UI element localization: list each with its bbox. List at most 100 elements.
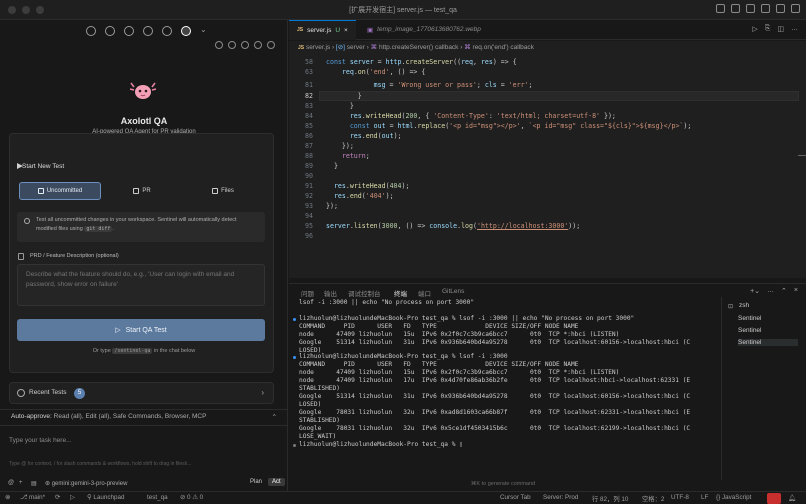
minimap-marker [798,155,806,156]
cursor-position[interactable]: 行 82，列 10 [592,494,628,503]
close-panel-icon[interactable]: × [794,287,798,295]
close-icon[interactable]: × [344,27,348,34]
axolotl-logo-icon [130,82,156,99]
code-line: res.writeHead(404); [333,182,410,190]
breadcrumb-file[interactable]: server.js [306,44,330,51]
folder-name[interactable]: test_qa [147,494,168,501]
code-line: } [326,92,362,100]
server-status[interactable]: Server: Prod [543,494,578,501]
problems-count[interactable]: ⊘ 0 ⚠ 0 [180,494,203,501]
warning-indicator[interactable] [767,493,781,504]
line-number: 94 [305,212,313,220]
chevron-down-icon[interactable]: ⌄ [200,26,210,36]
terminal-line: lsof -i :3000 || echo "No process on por… [299,299,475,306]
model-bar: @ + ▤ ⊛ gemini:gemini-3-pro-preview [0,478,288,491]
sidebar-toggle-icon[interactable] [746,4,755,13]
at-icon[interactable]: @ [8,480,14,486]
launchpad-item[interactable]: ⚲ Launchpad [87,494,125,501]
code-line: return; [341,152,370,160]
tab-uncommitted-label: Uncommitted [46,188,83,194]
tab-pr[interactable]: PR [101,182,183,200]
ellipsis-icon[interactable] [716,4,725,13]
split-editor-icon[interactable]: ◫ [777,25,784,33]
session-sentinel[interactable]: Sentinel [738,339,798,346]
history-icon[interactable] [241,41,249,49]
breadcrumb-callback[interactable]: http.createServer() callback [379,44,458,51]
line-number: 89 [305,162,313,170]
terminal[interactable]: lsof -i :3000 || echo "No process on por… [289,297,717,480]
plan-button[interactable]: Plan [246,478,266,486]
session-sentinel[interactable]: Sentinel [738,315,762,322]
title-bar: [扩展开发宿主] server.js — test_qa [0,0,806,20]
more-actions-icon[interactable]: … [791,25,798,33]
editor-tabs: JS server.js U × ▣ temp_image_1770613680762.… [289,20,806,40]
session-sentinel[interactable]: Sentinel [738,327,762,334]
terminal-line: Google 78031 lizhuolun 32u IPv6 0xad8d16… [299,409,691,416]
tab-server-js[interactable]: JS server.js U × [289,20,356,40]
source-control-icon[interactable] [124,26,134,36]
recent-tests-row[interactable]: Recent Tests 5 › [9,382,274,404]
indentation[interactable]: 空格：2 [642,494,664,503]
breadcrumb-req-on-end[interactable]: req.on('end') callback [473,44,534,51]
layout-icon[interactable] [731,4,740,13]
line-number: 63 [305,68,313,76]
branch-status[interactable]: ⎇ main* [20,494,45,501]
account-icon[interactable] [254,41,262,49]
language-mode[interactable]: {} JavaScript [716,494,751,501]
new-terminal-icon[interactable]: +⌄ [750,287,760,295]
code-line: res.end('404'); [333,192,394,200]
remote-icon[interactable] [162,26,172,36]
remote-icon[interactable]: ⊗ [5,494,10,501]
axolotl-icon[interactable] [181,26,191,36]
end-of-line[interactable]: LF [701,494,708,501]
sentinel-qa-code: /sentinel-qa [112,348,153,354]
tab-temp-image[interactable]: ▣ temp_image_1770613680762.webp [359,20,489,40]
plus-icon[interactable] [215,41,223,49]
prd-description-input[interactable] [17,264,265,306]
auto-approve-bar[interactable]: Auto-approve: Read (all), Edit (all), Sa… [0,409,288,426]
code-editor[interactable]: 58 63 81 82 83 84 85 86 87 88 89 90 91 9… [289,55,806,278]
sync-icon[interactable]: ⟳ [55,494,60,501]
cursor-tab-status[interactable]: Cursor Tab [500,494,531,501]
search-icon[interactable] [105,26,115,36]
settings-icon[interactable] [267,41,275,49]
terminal-sessions: ⊡ zsh Sentinel Sentinel Sentinel [721,297,806,480]
run-icon[interactable]: ▷ [752,25,757,33]
start-qa-test-button[interactable]: ▷ Start QA Test [17,319,265,341]
plus-icon[interactable]: + [19,480,23,486]
code-line: }); [326,202,338,210]
compare-icon[interactable]: ⎘ [765,25,771,33]
breadcrumb-server[interactable]: server [347,44,365,51]
maximize-panel-icon[interactable]: ⌃ [781,287,787,295]
task-input[interactable]: Type your task here... [9,437,72,444]
tab-gitlens[interactable]: GitLens [442,288,464,295]
terminal-line: lizhuolun@lizhuolundeMacBook-Pro test_qa… [299,441,463,448]
files-icon[interactable] [86,26,96,36]
act-button[interactable]: Act [268,478,285,486]
server-icon[interactable] [228,41,236,49]
hint-text-b: in the chat below [153,348,196,354]
tab-files[interactable]: Files [182,182,264,200]
plan-act-toggle[interactable]: Plan Act [246,478,285,486]
more-actions-icon[interactable]: … [767,287,774,295]
run-icon[interactable]: ▷ [70,494,75,501]
model-selector[interactable]: ⊛ gemini:gemini-3-pro-preview [45,480,127,487]
server-icon[interactable]: ▤ [31,480,37,487]
customize-layout-icon[interactable] [791,4,800,13]
extensions-icon[interactable] [143,26,153,36]
line-number: 86 [305,132,313,140]
panel-toggle-icon[interactable] [761,4,770,13]
notifications-icon[interactable]: 🔔︎ [788,494,796,502]
line-number: 58 [305,58,313,66]
code-line: server.listen(3000, () => console.log('h… [326,222,581,230]
code-line: const out = html.replace('<p id="msg"></… [349,122,692,130]
command-decoration-icon [293,318,296,321]
line-number: 92 [305,192,313,200]
secondary-sidebar-icon[interactable] [776,4,785,13]
tab-uncommitted[interactable]: Uncommitted [19,182,101,200]
encoding[interactable]: UTF-8 [671,494,689,501]
command-decoration-icon [293,444,296,447]
session-zsh[interactable]: zsh [739,302,749,309]
pull-request-icon [133,188,140,194]
chevron-up-icon: ⌃ [271,414,277,421]
